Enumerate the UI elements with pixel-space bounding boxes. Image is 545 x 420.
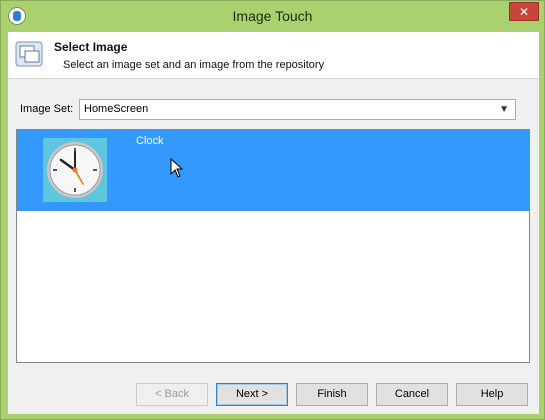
clock-icon bbox=[47, 142, 103, 198]
image-set-label: Image Set: bbox=[20, 103, 74, 115]
wizard-subtitle: Select an image set and an image from th… bbox=[63, 59, 325, 71]
image-icon bbox=[15, 41, 43, 67]
list-item-label: Clock bbox=[136, 135, 164, 147]
list-item[interactable]: Clock bbox=[17, 130, 529, 211]
dialog-window: Image Touch ✕ Select Image Select an ima… bbox=[0, 0, 545, 420]
mouse-cursor-icon bbox=[170, 158, 184, 178]
next-button[interactable]: Next > bbox=[216, 383, 288, 406]
title-bar[interactable]: Image Touch ✕ bbox=[1, 1, 544, 32]
cancel-button[interactable]: Cancel bbox=[376, 383, 448, 406]
image-list[interactable]: Clock bbox=[16, 129, 530, 363]
help-button[interactable]: Help bbox=[456, 383, 528, 406]
window-title: Image Touch bbox=[232, 8, 313, 24]
dialog-client: Select Image Select an image set and an … bbox=[8, 32, 539, 414]
close-button[interactable]: ✕ bbox=[509, 2, 539, 21]
chevron-down-icon: ▼ bbox=[499, 104, 509, 115]
image-set-value: HomeScreen bbox=[84, 103, 149, 115]
wizard-body: Image Set: HomeScreen ▼ Clock bbox=[8, 79, 539, 414]
back-button[interactable]: < Back bbox=[136, 383, 208, 406]
image-set-select[interactable]: HomeScreen ▼ bbox=[79, 99, 516, 120]
clock-thumbnail bbox=[43, 138, 107, 202]
finish-button[interactable]: Finish bbox=[296, 383, 368, 406]
wizard-title: Select Image bbox=[54, 40, 128, 54]
wizard-header: Select Image Select an image set and an … bbox=[8, 32, 539, 79]
